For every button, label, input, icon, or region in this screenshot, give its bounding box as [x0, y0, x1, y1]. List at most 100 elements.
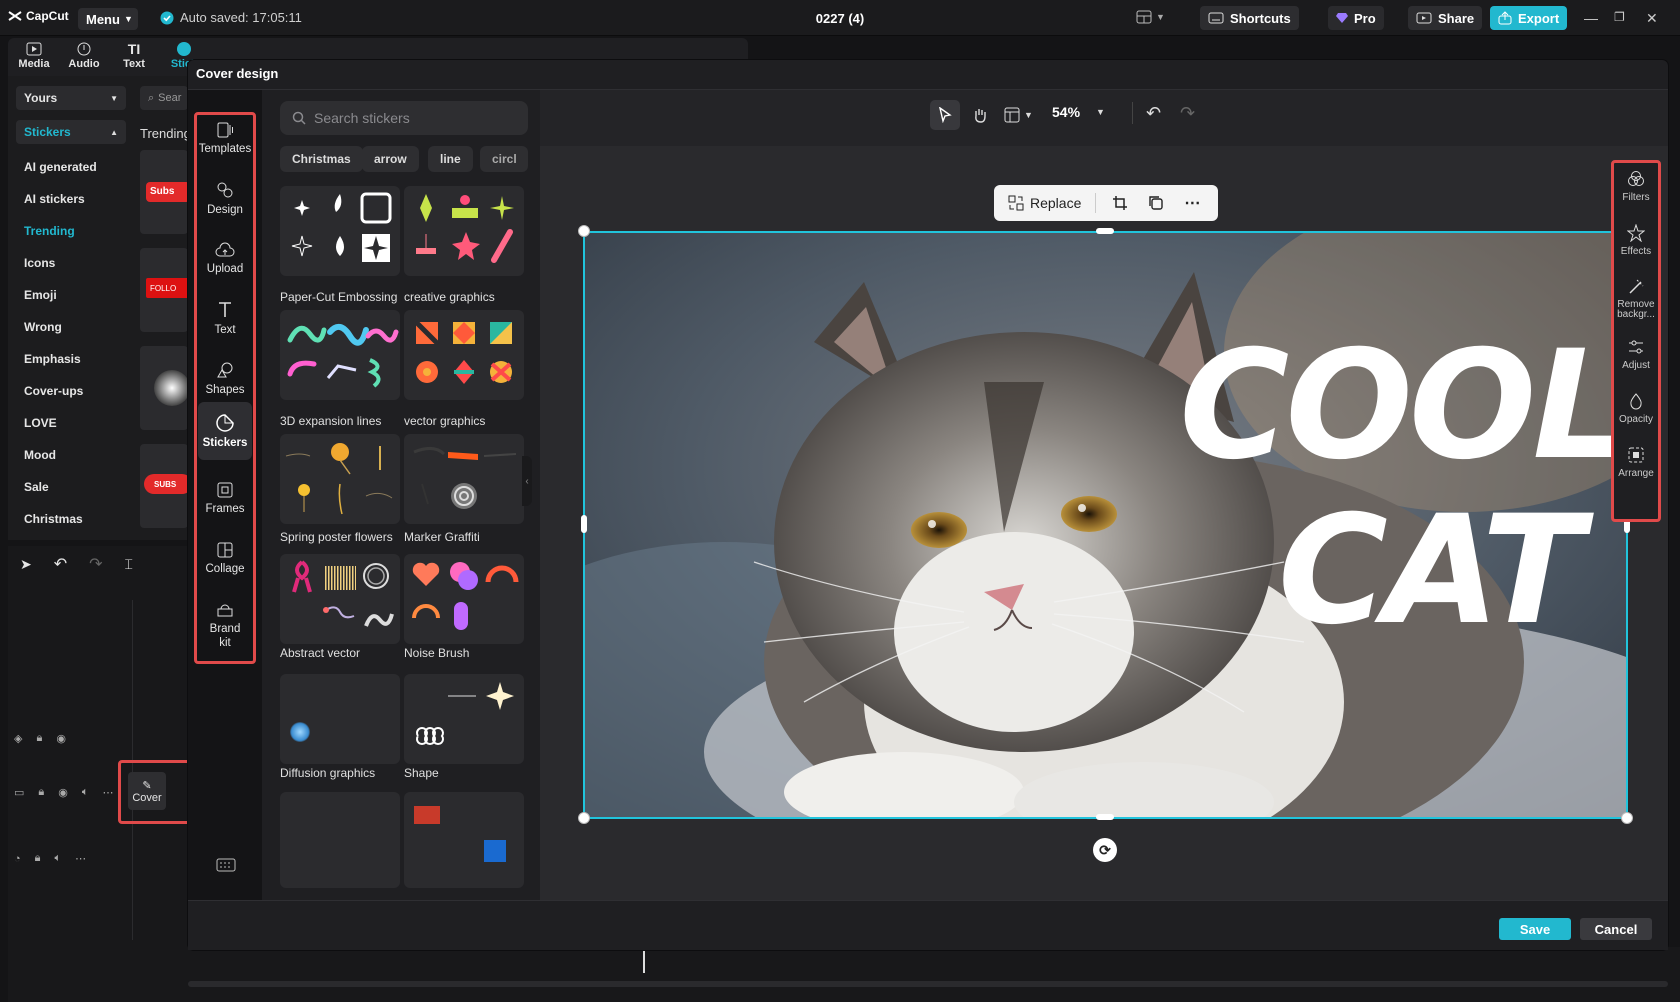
- sparkle-sticker: [154, 370, 190, 406]
- sticker-tile-paper-cut[interactable]: [280, 186, 400, 276]
- select-cursor-icon[interactable]: ➤: [20, 556, 32, 573]
- sticker-tile-noise-brush[interactable]: [404, 554, 524, 644]
- follow-sticker: FOLLO: [146, 278, 190, 298]
- tool-opacity[interactable]: Opacity: [1611, 392, 1661, 425]
- category-cover-ups[interactable]: Cover-ups: [24, 384, 83, 398]
- chip-christmas[interactable]: Christmas: [280, 146, 363, 172]
- zoom-control[interactable]: 54% ▼: [1052, 104, 1105, 120]
- redo-icon[interactable]: ↷: [89, 554, 102, 574]
- sticker-preview[interactable]: FOLLO: [140, 248, 190, 332]
- export-button[interactable]: Export: [1490, 6, 1568, 30]
- save-button[interactable]: Save: [1499, 918, 1571, 940]
- tool-filters[interactable]: Filters: [1611, 170, 1661, 203]
- category-emphasis[interactable]: Emphasis: [24, 352, 81, 366]
- left-search-placeholder: Sear: [158, 92, 182, 104]
- split-icon[interactable]: ⌶: [125, 556, 133, 573]
- select-tool[interactable]: [930, 100, 960, 130]
- sticker-preview[interactable]: SUBS: [140, 444, 192, 528]
- more-icon[interactable]: ⋯: [75, 852, 86, 865]
- hand-icon[interactable]: [972, 107, 988, 123]
- duplicate-icon[interactable]: [1148, 195, 1164, 211]
- undo-icon[interactable]: ↶: [54, 554, 67, 574]
- sticker-tile-spring-flowers[interactable]: [280, 434, 400, 524]
- resize-handle-bl[interactable]: [578, 812, 590, 824]
- maximize-icon[interactable]: ❐: [1614, 10, 1625, 24]
- sticker-tile-creative-graphics[interactable]: [404, 186, 524, 276]
- timeline-scrollbar[interactable]: [188, 981, 1668, 987]
- tab-audio[interactable]: Audio: [62, 40, 106, 70]
- category-icons[interactable]: Icons: [24, 256, 55, 270]
- volume-icon[interactable]: 🔈︎: [55, 852, 62, 865]
- lock-icon[interactable]: 🔒︎: [36, 732, 42, 745]
- keyboard-icon[interactable]: [216, 858, 236, 872]
- sticker-search-input[interactable]: Search stickers: [280, 101, 528, 135]
- category-wrong[interactable]: Wrong: [24, 320, 62, 334]
- collapse-panel-handle[interactable]: ‹: [522, 456, 532, 506]
- sticker-tile-shape[interactable]: [404, 674, 524, 764]
- replace-button[interactable]: Replace: [994, 195, 1081, 211]
- undo-icon[interactable]: ↶: [1146, 103, 1161, 124]
- chip-circle[interactable]: circl: [480, 146, 528, 172]
- lock-icon[interactable]: 🔒︎: [38, 786, 44, 799]
- category-christmas[interactable]: Christmas: [24, 512, 83, 526]
- sticker-preview[interactable]: Subs: [140, 150, 190, 234]
- category-ai-stickers[interactable]: AI stickers: [24, 192, 85, 206]
- layers-icon[interactable]: ◈: [14, 732, 22, 745]
- layout-dropdown[interactable]: ▼: [1004, 107, 1033, 123]
- chip-arrow[interactable]: arrow: [362, 146, 419, 172]
- redo-icon[interactable]: ↷: [1180, 103, 1195, 124]
- sticker-tile-abstract-vector[interactable]: [280, 554, 400, 644]
- menu-button[interactable]: Menu ▼: [78, 8, 138, 30]
- yours-dropdown[interactable]: Yours ▼: [16, 86, 126, 110]
- more-options-icon[interactable]: ⋯: [1184, 193, 1200, 213]
- pro-button[interactable]: Pro: [1328, 6, 1384, 30]
- tool-arrange[interactable]: Arrange: [1611, 446, 1661, 479]
- sticker-tile-3d-lines[interactable]: [280, 310, 400, 400]
- resize-handle-tl[interactable]: [578, 225, 590, 237]
- category-emoji[interactable]: Emoji: [24, 288, 57, 302]
- more-icon[interactable]: ⋯: [102, 786, 113, 799]
- eye-icon[interactable]: ◉: [56, 732, 66, 745]
- sticker-tile-marker-graffiti[interactable]: [404, 434, 524, 524]
- tool-remove-background[interactable]: Remove backgr...: [1611, 278, 1661, 320]
- cover-button[interactable]: ✎ Cover: [128, 772, 166, 810]
- audio-track-icon[interactable]: ◔: [14, 853, 21, 865]
- volume-icon[interactable]: 🔈︎: [82, 786, 89, 799]
- minimize-icon[interactable]: —: [1584, 10, 1598, 26]
- cancel-button[interactable]: Cancel: [1580, 918, 1652, 940]
- category-mood[interactable]: Mood: [24, 448, 56, 462]
- category-sale[interactable]: Sale: [24, 480, 49, 494]
- eye-icon[interactable]: ◉: [58, 786, 68, 799]
- rotate-icon[interactable]: ⟳: [1093, 838, 1117, 862]
- lock-icon[interactable]: 🔒︎: [35, 852, 41, 865]
- sticker-preview[interactable]: [140, 346, 190, 430]
- tab-text[interactable]: TI Text: [112, 40, 156, 70]
- tool-effects[interactable]: Effects: [1611, 224, 1661, 257]
- tab-media[interactable]: Media: [12, 40, 56, 70]
- category-love[interactable]: LOVE: [24, 416, 57, 430]
- stickers-category-header[interactable]: Stickers ▲: [16, 120, 126, 144]
- layout-switch[interactable]: ▼: [1136, 10, 1165, 24]
- sticker-tile[interactable]: [280, 792, 400, 888]
- resize-handle-br[interactable]: [1621, 812, 1633, 824]
- crop-icon[interactable]: [1112, 195, 1128, 211]
- video-track-icon[interactable]: ▭: [14, 786, 24, 799]
- resize-handle-top[interactable]: [1096, 228, 1114, 234]
- resize-handle-bottom[interactable]: [1096, 814, 1114, 820]
- sticker-tile-vector-graphics[interactable]: [404, 310, 524, 400]
- tool-adjust[interactable]: Adjust: [1611, 338, 1661, 371]
- shortcuts-button[interactable]: Shortcuts: [1200, 6, 1299, 30]
- share-button[interactable]: Share: [1408, 6, 1483, 30]
- sticker-tile[interactable]: [404, 792, 524, 888]
- tool-remove-background-label: Remove backgr...: [1617, 300, 1655, 320]
- close-icon[interactable]: ✕: [1646, 10, 1658, 27]
- category-ai-generated[interactable]: AI generated: [24, 160, 97, 174]
- category-trending[interactable]: Trending: [24, 224, 75, 238]
- resize-handle-left[interactable]: [581, 515, 587, 533]
- left-search-input[interactable]: ⌕ Sear: [140, 86, 188, 110]
- sticker-tile-diffusion[interactable]: [280, 674, 400, 764]
- chip-line[interactable]: line: [428, 146, 473, 172]
- tool-filters-label: Filters: [1622, 192, 1650, 203]
- playhead[interactable]: [643, 949, 645, 973]
- autosave-status: Auto saved: 17:05:11: [160, 10, 302, 25]
